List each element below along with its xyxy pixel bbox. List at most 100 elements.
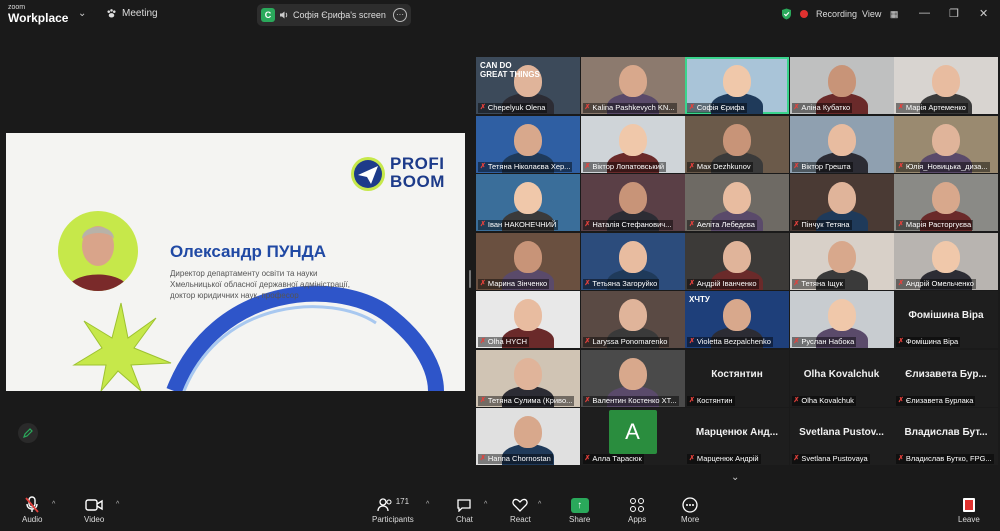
mic-off-icon: ✗ [480, 104, 486, 111]
participant-tile[interactable]: ✗ Віктор Грешта [789, 115, 894, 173]
participant-tile[interactable]: Єлизавета Бур... ✗ Єлизавета Бурлака [894, 349, 998, 407]
participant-tile[interactable]: ✗ Аліна Кубатко [789, 57, 894, 114]
participant-name-label: ✗ Olha HYCH [478, 337, 530, 347]
view-menu[interactable]: View ▦ [862, 9, 898, 20]
participant-tile[interactable]: ХЧТУ ✗ Violetta Bezpalchenko [685, 291, 789, 348]
mic-off-icon: ✗ [480, 279, 486, 287]
participant-display-name: Марценюк Анд... [695, 427, 779, 438]
participant-name-label: ✗ Андрій Іванченко [687, 278, 759, 289]
react-button[interactable]: React [510, 495, 531, 524]
participant-tile[interactable]: ✗ Пінчук Тетяна [789, 174, 894, 231]
participant-tile[interactable]: ✗ Валентин Костенко ХТ... [580, 349, 685, 407]
apps-icon [629, 495, 645, 515]
mic-off-icon [24, 495, 40, 515]
mic-off-icon: ✗ [584, 221, 591, 228]
participants-button[interactable]: 171 Participants [372, 495, 414, 525]
audio-options-caret-icon[interactable]: ^ [52, 501, 55, 508]
participant-tile[interactable]: ✗ Наталія Стефанович... [580, 174, 685, 231]
shield-icon[interactable] [781, 8, 792, 20]
participants-caret-icon[interactable]: ^ [426, 501, 429, 508]
participant-name-label: ✗ Валентин Костенко ХТ... [582, 395, 679, 406]
minimize-icon[interactable]: — [919, 7, 930, 19]
participant-tile[interactable]: ✗ Марина Зінченко [476, 232, 580, 290]
speaker-role: Директор департаменту освіти та науки Хм… [170, 268, 390, 301]
participant-tile[interactable]: ✗ Аеліта Лебедєва [685, 174, 789, 231]
participant-tile[interactable]: Olha Kovalchuk ✗ Olha Kovalchuk [789, 349, 894, 407]
participant-tile[interactable]: Svetlana Pustov... ✗ Svetlana Pustovaya [789, 408, 894, 465]
participant-name-label: ✗ Hanna Chornostan [478, 454, 553, 464]
speaker-icon[interactable] [279, 10, 289, 20]
react-caret-icon[interactable]: ^ [538, 501, 541, 508]
chat-caret-icon[interactable]: ^ [484, 501, 487, 508]
participants-label: Participants [372, 515, 414, 524]
participant-tile[interactable]: ✗ Віктор Лопатовський [580, 115, 685, 173]
speaker-name: Олександр ПУНДА [170, 242, 327, 261]
participant-name-label: ✗ Kalina Pashkevych KN... [582, 103, 677, 113]
restore-icon[interactable]: ❐ [949, 7, 959, 20]
recording-dot-icon [800, 10, 808, 18]
participant-tile[interactable]: ✗ Тетяна Ніколаєва Хер... [476, 115, 580, 173]
participant-tile[interactable]: Фомішина Віра ✗ Фомішина Віра [894, 291, 998, 348]
participant-tile[interactable]: Марценюк Анд... ✗ Марценюк Андрій [685, 408, 789, 465]
participant-tile[interactable]: ✗ Юлія_Новицька_диза... [894, 115, 998, 173]
video-button[interactable]: Video [84, 495, 104, 524]
participant-tile[interactable]: ✗ Тетьяна Загоруйко [580, 232, 685, 290]
participant-tile[interactable]: ✗ Hanna Chornostan [476, 408, 580, 465]
more-icon[interactable]: ··· [393, 8, 407, 22]
mic-off-icon: ✗ [793, 396, 800, 404]
participant-tile[interactable]: ✗ Тетяна Іщук [789, 232, 894, 290]
top-bar: zoom Workplace ⌄ Meeting C Софія Єрифа's… [0, 0, 1000, 30]
apps-label: Apps [628, 515, 647, 524]
annotate-pen-icon[interactable] [18, 423, 38, 443]
participant-name-label: ✗ Віктор Грешта [791, 161, 853, 172]
zoom-window: zoom Workplace ⌄ Meeting C Софія Єрифа's… [0, 0, 1000, 531]
logo-line-2: BOOM [390, 172, 445, 191]
chevron-down-icon[interactable]: ⌄ [78, 8, 86, 19]
chat-icon [456, 495, 472, 515]
participant-name: Владислав Бутко, FPG... [905, 454, 992, 463]
participant-name: Марія Расторгуєва [905, 220, 972, 229]
mic-off-icon: ✗ [689, 396, 695, 404]
participant-name: Тетяна Іщук [801, 278, 843, 288]
participant-display-name: Єлизавета Бур... [905, 368, 987, 380]
participant-tile[interactable]: ✗ Софія Єрифа [685, 57, 789, 114]
participant-tile[interactable]: ✗ Андрій Омельченко [894, 232, 998, 290]
participant-tile[interactable]: Владислав Бут... ✗ Владислав Бутко, FPG... [894, 408, 998, 465]
audio-button[interactable]: Audio [22, 495, 42, 524]
close-icon[interactable]: ✕ [979, 7, 988, 20]
participant-name-label: ✗ Chepelyuk Olena [478, 103, 548, 113]
mic-off-icon: ✗ [584, 162, 591, 170]
meeting-menu[interactable]: Meeting [106, 8, 158, 19]
participant-video-head [723, 182, 751, 214]
participant-tile[interactable]: ✗ Андрій Іванченко [685, 232, 789, 290]
share-screen-icon: ↑ [570, 497, 589, 513]
video-label: Video [84, 515, 105, 524]
more-button[interactable]: More [681, 495, 699, 524]
participant-tile[interactable]: ✗ Laryssa Ponomarenko [580, 291, 685, 348]
participants-gallery: CAN DO GREAT THINGS ✗ Chepelyuk Olena ✗ Kali… [476, 57, 998, 468]
share-button[interactable]: ↑ Share [569, 495, 590, 524]
participant-tile[interactable]: ✗ Olha HYCH [476, 291, 580, 348]
participant-name: Валентин Костенко ХТ... [592, 395, 677, 405]
participant-name-label: ✗ Svetlana Pustovaya [791, 454, 870, 464]
screen-share-indicator[interactable]: C Софія Єрифа's screen ··· [257, 4, 411, 26]
video-options-caret-icon[interactable]: ^ [116, 501, 119, 508]
leave-button[interactable]: Leave [958, 495, 980, 524]
participant-tile[interactable]: CAN DO GREAT THINGS ✗ Chepelyuk Olena [476, 57, 580, 114]
mic-off-icon: ✗ [793, 162, 800, 170]
apps-button[interactable]: Apps [628, 495, 646, 524]
participant-tile[interactable]: Костянтин ✗ Костянтин [685, 349, 789, 407]
chevron-down-icon[interactable]: ⌄ [731, 472, 739, 483]
participant-tile[interactable]: ✗ Іван НАКОНЕЧНИЙ [476, 174, 580, 231]
chat-button[interactable]: Chat [456, 495, 473, 524]
participant-tile[interactable]: ✗ Марія Расторгуєва [894, 174, 998, 231]
participant-tile[interactable]: ✗ Руслан Набока [789, 291, 894, 348]
recording-status[interactable]: Recording [781, 8, 857, 20]
splitter-handle[interactable] [469, 270, 471, 288]
participant-tile[interactable]: ✗ Тетяна Сулима (Криво... [476, 349, 580, 407]
participant-tile[interactable]: ✗ Max Dezhkunov [685, 115, 789, 173]
camera-icon [85, 495, 103, 515]
participant-tile[interactable]: ✗ Марія Артеменко [894, 57, 998, 114]
participant-tile[interactable]: ✗ Kalina Pashkevych KN... [580, 57, 685, 114]
participant-tile[interactable]: A ✗ Алла Тарасюк [580, 408, 685, 465]
